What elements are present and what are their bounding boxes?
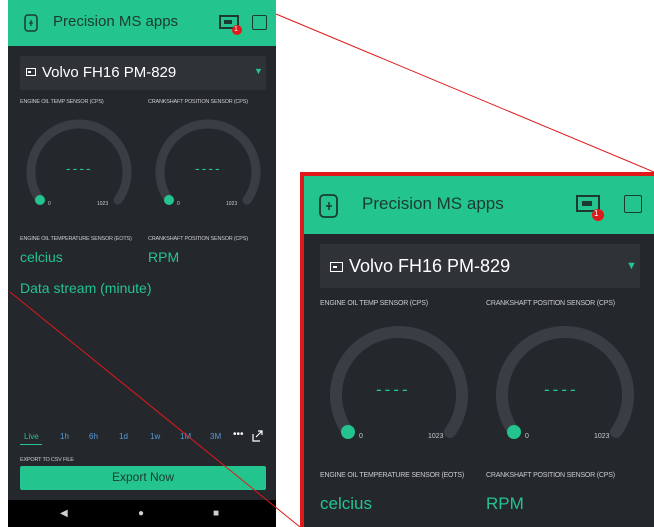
zoom-annotation-lines: [9, 13, 654, 527]
